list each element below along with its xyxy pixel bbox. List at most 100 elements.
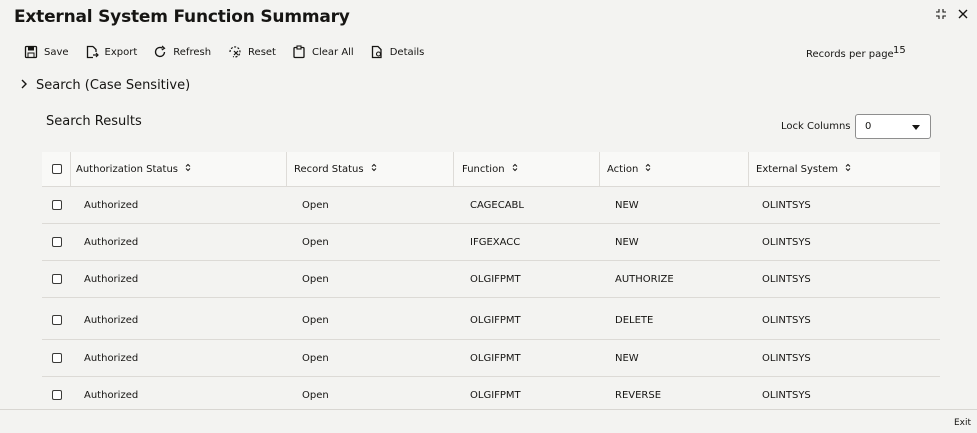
table-row[interactable]: Authorized Open IFGEXACC NEW OLINTSYS <box>42 224 940 260</box>
cell-external-system: OLINTSYS <box>762 352 811 364</box>
records-per-page-label: Records per page <box>806 49 894 60</box>
table-row[interactable]: Authorized Open OLGIFPMT NEW OLINTSYS <box>42 340 940 376</box>
save-button[interactable]: Save <box>24 45 69 59</box>
export-icon <box>85 45 99 59</box>
column-header-label: Record Status <box>294 163 364 175</box>
exit-button[interactable]: Exit <box>954 418 971 428</box>
cell-function[interactable]: OLGIFPMT <box>470 302 521 338</box>
footer-divider <box>0 409 977 410</box>
page-title: External System Function Summary <box>14 7 350 27</box>
search-panel-label: Search (Case Sensitive) <box>36 78 191 93</box>
column-header-label: Authorization Status <box>76 163 179 175</box>
column-header-authorization-status[interactable]: Authorization Status <box>76 152 191 186</box>
chevron-right-icon <box>20 78 28 93</box>
clear-all-label: Clear All <box>311 46 354 58</box>
lock-columns-label: Lock Columns <box>781 121 851 132</box>
column-header-function[interactable]: Function <box>462 152 518 186</box>
table-row[interactable]: Authorized Open OLGIFPMT DELETE OLINTSYS <box>42 302 940 338</box>
row-checkbox[interactable] <box>52 187 62 223</box>
lock-columns-select[interactable]: 0 <box>855 114 931 139</box>
cell-external-system: OLINTSYS <box>762 273 811 285</box>
reset-label: Reset <box>248 46 276 58</box>
table-header-row: Authorization Status Record Status Funct… <box>42 152 940 186</box>
sort-icon[interactable] <box>185 163 191 175</box>
window-controls <box>935 8 969 20</box>
cell-action: NEW <box>615 199 639 211</box>
details-label: Details <box>389 46 425 58</box>
column-divider <box>286 152 287 186</box>
cell-record-status: Open <box>302 314 329 326</box>
cell-authorization-status: Authorized <box>84 273 139 285</box>
refresh-button[interactable]: Refresh <box>153 45 211 59</box>
reset-button[interactable]: Reset <box>227 45 276 59</box>
column-divider <box>748 152 749 186</box>
save-icon <box>24 45 38 59</box>
column-header-external-system[interactable]: External System <box>756 152 851 186</box>
column-header-label: Function <box>462 163 505 175</box>
refresh-icon <box>153 45 167 59</box>
row-checkbox[interactable] <box>52 261 62 297</box>
cell-authorization-status: Authorized <box>84 236 139 248</box>
cell-authorization-status: Authorized <box>84 199 139 211</box>
row-divider <box>42 297 940 298</box>
cell-authorization-status: Authorized <box>84 389 139 401</box>
cell-function[interactable]: OLGIFPMT <box>470 261 521 297</box>
cell-authorization-status: Authorized <box>84 314 139 326</box>
cell-record-status: Open <box>302 236 329 248</box>
export-button[interactable]: Export <box>85 45 138 59</box>
row-checkbox[interactable] <box>52 340 62 376</box>
column-divider <box>453 152 454 186</box>
cell-action: AUTHORIZE <box>615 273 674 285</box>
sort-icon[interactable] <box>845 163 851 175</box>
column-header-label: Action <box>607 163 639 175</box>
table-row[interactable]: Authorized Open CAGECABL NEW OLINTSYS <box>42 187 940 223</box>
cell-action: REVERSE <box>615 389 662 401</box>
cell-authorization-status: Authorized <box>84 352 139 364</box>
row-checkbox[interactable] <box>52 224 62 260</box>
cell-external-system: OLINTSYS <box>762 199 811 211</box>
lock-columns-value: 0 <box>865 121 872 132</box>
details-button[interactable]: Details <box>370 45 425 59</box>
column-divider <box>70 152 71 186</box>
reset-icon <box>227 45 242 59</box>
clear-all-button[interactable]: Clear All <box>292 45 354 59</box>
cell-record-status: Open <box>302 352 329 364</box>
cell-action: NEW <box>615 236 639 248</box>
cell-function[interactable]: IFGEXACC <box>470 224 520 260</box>
close-icon[interactable] <box>957 8 969 20</box>
column-divider <box>599 152 600 186</box>
sort-icon[interactable] <box>645 163 651 175</box>
cell-record-status: Open <box>302 199 329 211</box>
clear-all-icon <box>292 45 306 59</box>
search-results-title: Search Results <box>46 114 142 129</box>
search-panel-toggle[interactable]: Search (Case Sensitive) <box>20 78 190 93</box>
save-label: Save <box>44 46 69 58</box>
column-header-record-status[interactable]: Record Status <box>294 152 377 186</box>
row-checkbox[interactable] <box>52 302 62 338</box>
select-all-checkbox[interactable] <box>52 152 62 186</box>
export-label: Export <box>104 46 138 58</box>
cell-function[interactable]: OLGIFPMT <box>470 340 521 376</box>
results-table: Authorization Status Record Status Funct… <box>42 152 940 409</box>
records-per-page-value[interactable]: 15 <box>893 45 906 56</box>
column-header-action[interactable]: Action <box>607 152 651 186</box>
table-row[interactable]: Authorized Open OLGIFPMT REVERSE OLINTSY… <box>42 377 940 409</box>
details-icon <box>370 45 384 59</box>
cell-function[interactable]: CAGECABL <box>470 187 524 223</box>
cell-external-system: OLINTSYS <box>762 389 811 401</box>
maximize-icon[interactable] <box>935 8 947 20</box>
cell-record-status: Open <box>302 389 329 401</box>
table-row[interactable]: Authorized Open OLGIFPMT AUTHORIZE OLINT… <box>42 261 940 297</box>
row-checkbox[interactable] <box>52 377 62 409</box>
cell-external-system: OLINTSYS <box>762 314 811 326</box>
caret-down-icon <box>912 125 920 130</box>
sort-icon[interactable] <box>512 163 518 175</box>
cell-record-status: Open <box>302 273 329 285</box>
toolbar: Save Export Refresh Reset Clear All Deta… <box>24 45 440 59</box>
cell-function[interactable]: OLGIFPMT <box>470 377 521 409</box>
cell-action: NEW <box>615 352 639 364</box>
column-header-label: External System <box>756 163 838 175</box>
sort-icon[interactable] <box>371 163 377 175</box>
refresh-label: Refresh <box>173 46 212 58</box>
cell-action: DELETE <box>615 314 654 326</box>
